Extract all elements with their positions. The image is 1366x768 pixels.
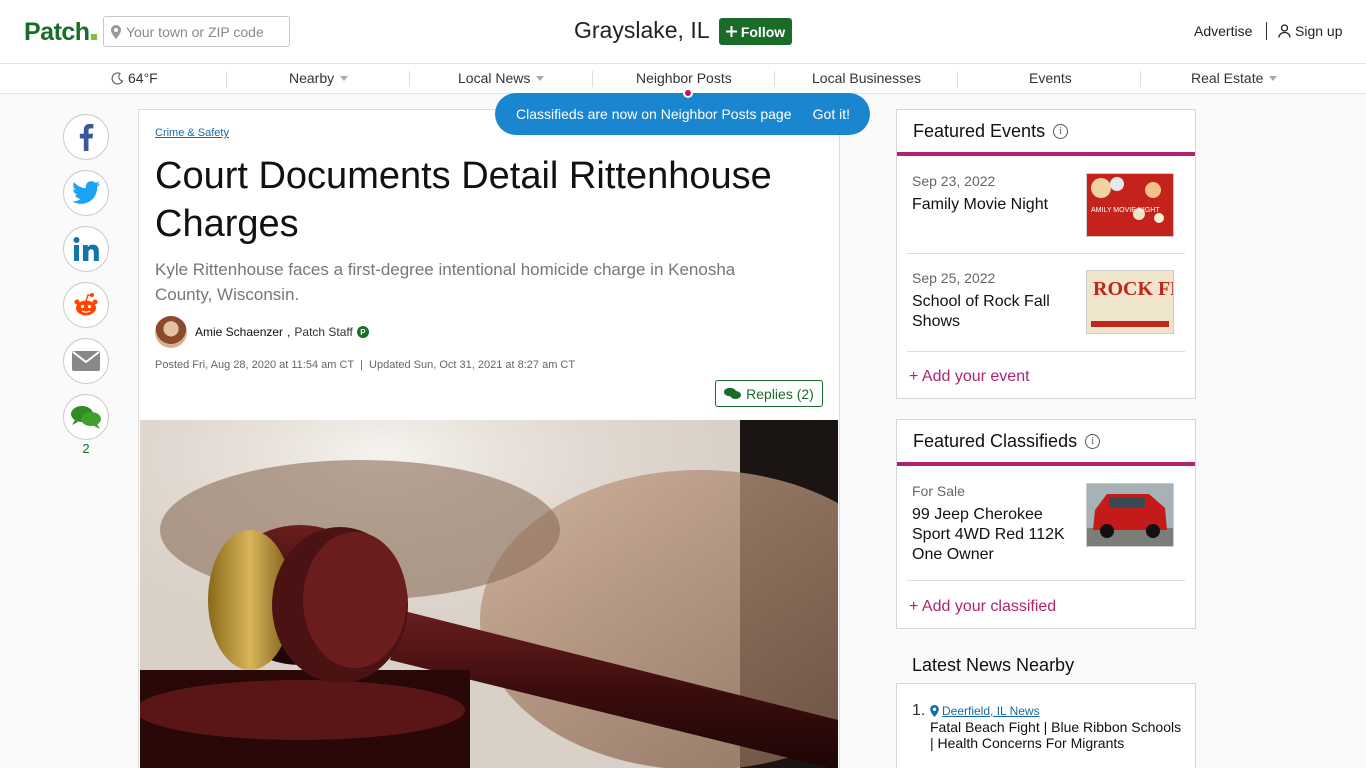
event-thumbnail[interactable]: ROCK FESTIVAL [1086, 270, 1255, 334]
reddit-share-button[interactable] [63, 282, 109, 328]
nav-item-neighbor-posts[interactable]: Neighbor Posts [636, 70, 732, 86]
event-date: Sep 25, 2022 [912, 270, 996, 286]
signup-link[interactable]: Sign up [1278, 23, 1342, 39]
author-byline: Amie Schaenzer, Patch Staff P [195, 325, 369, 339]
chevron-down-icon [340, 75, 349, 81]
widget-header: Featured Events i [897, 110, 1195, 156]
article-timestamp: Posted Fri, Aug 28, 2020 at 11:54 am CT … [155, 359, 576, 371]
comment-count: 2 [82, 441, 90, 456]
location-pin-icon [930, 705, 939, 717]
replies-button[interactable]: Replies (2) [715, 380, 823, 407]
gavel-image [140, 420, 838, 768]
thumb-text: AMILY MOVIE NIGHT [1091, 207, 1160, 214]
event-thumbnail[interactable]: AMILY MOVIE NIGHT [1086, 173, 1174, 237]
widget-title: Featured Events [913, 120, 1046, 141]
info-icon[interactable]: i [1085, 433, 1101, 449]
author-role: Patch Staff [294, 325, 353, 339]
add-event-link[interactable]: + Add your event [909, 368, 1030, 386]
comments-icon [724, 387, 742, 399]
nav-item-events[interactable]: Events [1029, 70, 1072, 86]
patch-logo[interactable]: Patch [24, 18, 97, 47]
article-category-link[interactable]: Crime & Safety [155, 127, 229, 139]
classified-category: For Sale [912, 483, 965, 499]
nav-divider [774, 71, 775, 87]
article-hero-image[interactable] [140, 420, 838, 768]
event-title[interactable]: Family Movie Night [912, 195, 1072, 215]
event-title[interactable]: School of Rock Fall Shows [912, 292, 1072, 332]
author-avatar[interactable] [155, 316, 187, 348]
follow-button[interactable]: Follow [719, 18, 792, 45]
twitter-icon [72, 181, 100, 204]
rock-festival-image: ROCK FESTIVAL [1087, 271, 1255, 333]
event-item[interactable]: Sep 23, 2022 Family Movie Night AMILY MO… [907, 160, 1185, 254]
moon-icon [111, 71, 124, 85]
event-item[interactable]: Sep 25, 2022 School of Rock Fall Shows R… [907, 254, 1255, 352]
featured-classifieds-widget: Featured Classifieds i For Sale 99 Jeep … [896, 419, 1196, 629]
reddit-icon [74, 293, 98, 316]
thumb-text: ROCK FESTIVAL [1093, 278, 1173, 300]
town-search-box[interactable] [103, 16, 290, 47]
nav-divider [957, 71, 958, 87]
envelope-icon [72, 351, 100, 371]
nav-item-real-estate[interactable]: Real Estate [1191, 70, 1278, 86]
widget-title: Featured Classifieds [913, 430, 1078, 451]
tooltip-message: Classifieds are now on Neighbor Posts pa… [516, 106, 792, 122]
add-classified-link[interactable]: + Add your classified [909, 598, 1056, 616]
nav-divider [409, 71, 410, 87]
linkedin-share-button[interactable] [63, 226, 109, 272]
linkedin-icon [73, 237, 99, 261]
news-source-link[interactable]: Deerfield, IL News [930, 704, 1040, 718]
weather-indicator[interactable]: 64°F [111, 70, 158, 86]
comments-icon [71, 406, 101, 429]
classifieds-tooltip: Classifieds are now on Neighbor Posts pa… [495, 93, 870, 135]
tooltip-pointer-dot [683, 88, 693, 98]
nav-item-local-news[interactable]: Local News [458, 70, 545, 86]
advertise-link[interactable]: Advertise [1194, 23, 1252, 39]
user-icon [1278, 24, 1291, 38]
news-headline-link[interactable]: Fatal Beach Fight | Blue Ribbon Schools … [930, 719, 1185, 751]
nav-item-nearby[interactable]: Nearby [289, 70, 349, 86]
town-search-input[interactable] [126, 23, 286, 40]
twitter-share-button[interactable] [63, 170, 109, 216]
classified-thumbnail[interactable] [1086, 483, 1174, 547]
town-title: Grayslake, IL [574, 17, 710, 43]
plus-icon [725, 26, 737, 37]
nav-divider [226, 71, 227, 87]
info-icon[interactable]: i [1053, 123, 1069, 139]
tooltip-dismiss-button[interactable]: Got it! [813, 106, 850, 122]
patch-staff-badge-icon: P [356, 326, 369, 338]
facebook-share-button[interactable] [63, 114, 109, 160]
nav-item-local-businesses[interactable]: Local Businesses [812, 70, 921, 86]
location-pin-icon [111, 24, 121, 39]
article-dek: Kyle Rittenhouse faces a first-degree in… [155, 260, 736, 304]
latest-news-list: 1. Deerfield, IL News Fatal Beach Fight … [896, 683, 1196, 768]
event-date: Sep 23, 2022 [912, 173, 996, 189]
chevron-down-icon [536, 75, 545, 81]
facebook-icon [79, 123, 94, 151]
nav-divider [592, 71, 593, 87]
featured-events-widget: Featured Events i Sep 23, 2022 Family Mo… [896, 109, 1255, 399]
movie-night-image: AMILY MOVIE NIGHT [1087, 174, 1173, 236]
jeep-image [1087, 484, 1173, 546]
latest-news-title: Latest News Nearby [912, 655, 1075, 675]
header-divider [1266, 22, 1267, 40]
chevron-down-icon [1269, 75, 1278, 81]
classified-item[interactable]: For Sale 99 Jeep Cherokee Sport 4WD Red … [907, 470, 1185, 581]
list-item-number: 1. [912, 702, 926, 719]
article-card: Crime & Safety Court Documents Detail Ri… [138, 109, 840, 768]
author-name[interactable]: Amie Schaenzer [195, 325, 283, 339]
comments-button[interactable] [63, 394, 109, 440]
email-share-button[interactable] [63, 338, 109, 384]
article-headline: Court Documents Detail Rittenhouse Charg… [155, 155, 772, 245]
widget-header: Featured Classifieds i [897, 420, 1195, 466]
classified-title[interactable]: 99 Jeep Cherokee Sport 4WD Red 112K One … [912, 505, 1070, 565]
nav-divider [1140, 71, 1141, 87]
site-header: Patch Grayslake, IL Follow Advertise Sig… [0, 0, 1366, 64]
